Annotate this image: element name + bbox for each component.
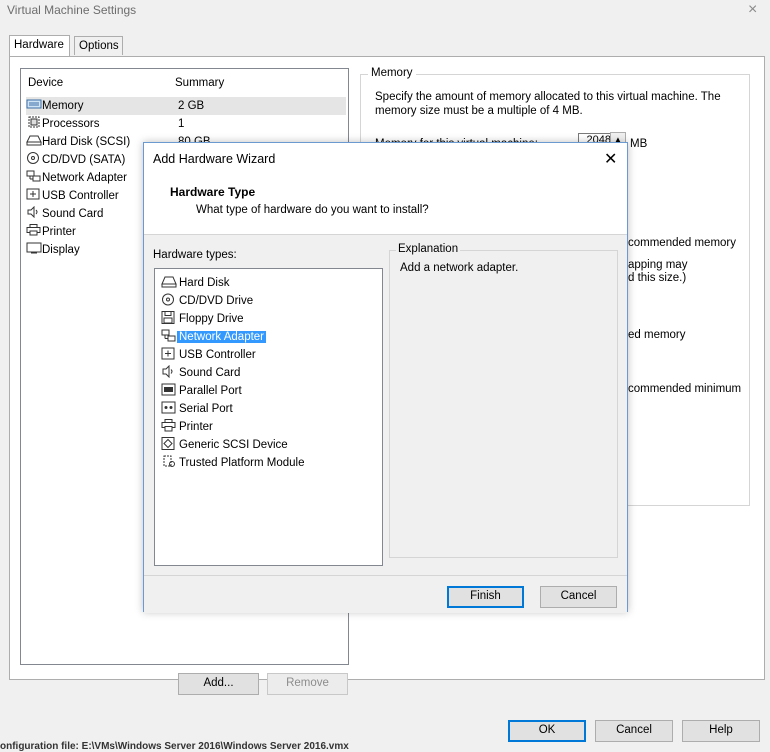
memory-info-text: commended memory [628,237,737,249]
hardware-types-label: Hardware types: [153,249,237,261]
sound-icon [26,206,42,218]
wizard-cancel-button[interactable]: Cancel [540,586,617,608]
cancel-button[interactable]: Cancel [595,720,673,742]
explanation-title: Explanation [396,243,461,255]
hardware-type-label: Trusted Platform Module [179,457,305,469]
cd-dvd-icon [161,293,177,306]
column-header-device[interactable]: Device [28,77,63,89]
memory-group-title: Memory [368,67,416,79]
explanation-groupbox [389,250,618,558]
memory-unit: MB [630,138,648,150]
hardware-type-printer[interactable]: Printer [161,418,215,436]
add-device-button[interactable]: Add... [178,673,259,695]
hardware-type-label: Sound Card [179,367,241,379]
printer-icon [26,224,42,236]
device-name: Memory [42,100,84,112]
hard-disk-icon [161,275,177,288]
parallel-port-icon [161,383,177,396]
explanation-text: Add a network adapter. [400,262,519,274]
display-icon [26,242,42,254]
device-row-processors[interactable]: Processors 1 [26,115,346,133]
hardware-type-label: USB Controller [179,349,256,361]
memory-info-text: d this size.) [628,272,687,284]
device-name: Network Adapter [42,172,128,184]
device-name: Display [42,244,80,256]
usb-icon [26,188,42,200]
wizard-footer: Finish Cancel [144,575,627,613]
hardware-type-parallel-port[interactable]: Parallel Port [161,382,244,400]
printer-icon [161,419,177,432]
device-name: Sound Card [42,208,104,220]
tpm-icon [161,455,177,468]
remove-device-button[interactable]: Remove [267,673,348,695]
wizard-title: Add Hardware Wizard [153,152,276,166]
device-name: USB Controller [42,190,119,202]
cd-dvd-icon [26,152,42,164]
memory-icon [26,98,42,110]
memory-info-text: ed memory [628,329,686,341]
hardware-type-serial-port[interactable]: Serial Port [161,400,235,418]
hardware-type-label: Hard Disk [179,277,230,289]
hardware-type-sound-card[interactable]: Sound Card [161,364,242,382]
tab-hardware[interactable]: Hardware [9,35,70,56]
memory-info-text: apping may [628,259,688,271]
wizard-close-button[interactable]: ✕ [604,149,617,169]
hardware-type-label: Generic SCSI Device [179,439,288,451]
hardware-type-label: Network Adapter [177,331,267,343]
hardware-type-usb-controller[interactable]: USB Controller [161,346,258,364]
hardware-type-tpm[interactable]: Trusted Platform Module [161,454,306,472]
serial-port-icon [161,401,177,414]
config-file-statusbar: onfiguration file: E:\VMs\Windows Server… [0,741,349,752]
hardware-type-label: Serial Port [179,403,233,415]
hardware-types-list[interactable]: Hard Disk CD/DVD Drive Floppy Drive Netw… [154,268,383,566]
hardware-type-generic-scsi[interactable]: Generic SCSI Device [161,436,290,454]
device-summary: 1 [178,118,185,130]
scsi-icon [161,437,177,450]
finish-button[interactable]: Finish [447,586,524,608]
processor-icon [26,116,42,128]
window-close-button[interactable]: × [748,1,757,19]
device-name: Hard Disk (SCSI) [42,136,131,148]
wizard-heading: Hardware Type [170,185,256,199]
hardware-type-label: Parallel Port [179,385,242,397]
column-header-summary[interactable]: Summary [175,77,224,89]
network-adapter-icon [161,329,177,342]
wizard-body: Hardware types: Hard Disk CD/DVD Drive F… [144,234,627,575]
wizard-subheading: What type of hardware do you want to ins… [196,204,429,216]
memory-description: Specify the amount of memory allocated t… [375,91,721,117]
sound-icon [161,365,177,378]
ok-button[interactable]: OK [508,720,586,742]
device-summary: 2 GB [178,100,205,112]
hardware-type-label: CD/DVD Drive [179,295,254,307]
help-button[interactable]: Help [682,720,760,742]
device-name: Processors [42,118,100,130]
hardware-type-hard-disk[interactable]: Hard Disk [161,274,231,292]
device-name: Printer [42,226,76,238]
hard-disk-icon [26,134,42,146]
window-title: Virtual Machine Settings [7,3,137,17]
hardware-type-floppy-drive[interactable]: Floppy Drive [161,310,246,328]
floppy-icon [161,311,177,324]
hardware-type-label: Printer [179,421,213,433]
device-name: CD/DVD (SATA) [42,154,126,166]
hardware-type-label: Floppy Drive [179,313,244,325]
memory-info-text: commended minimum [628,383,742,395]
add-hardware-wizard-dialog: Add Hardware Wizard ✕ Hardware Type What… [143,142,628,613]
network-adapter-icon [26,170,42,182]
usb-icon [161,347,177,360]
tab-options[interactable]: Options [74,36,123,55]
device-row-memory[interactable]: Memory 2 GB [26,97,346,115]
hardware-type-network-adapter[interactable]: Network Adapter [161,328,267,346]
hardware-type-cd-dvd[interactable]: CD/DVD Drive [161,292,255,310]
